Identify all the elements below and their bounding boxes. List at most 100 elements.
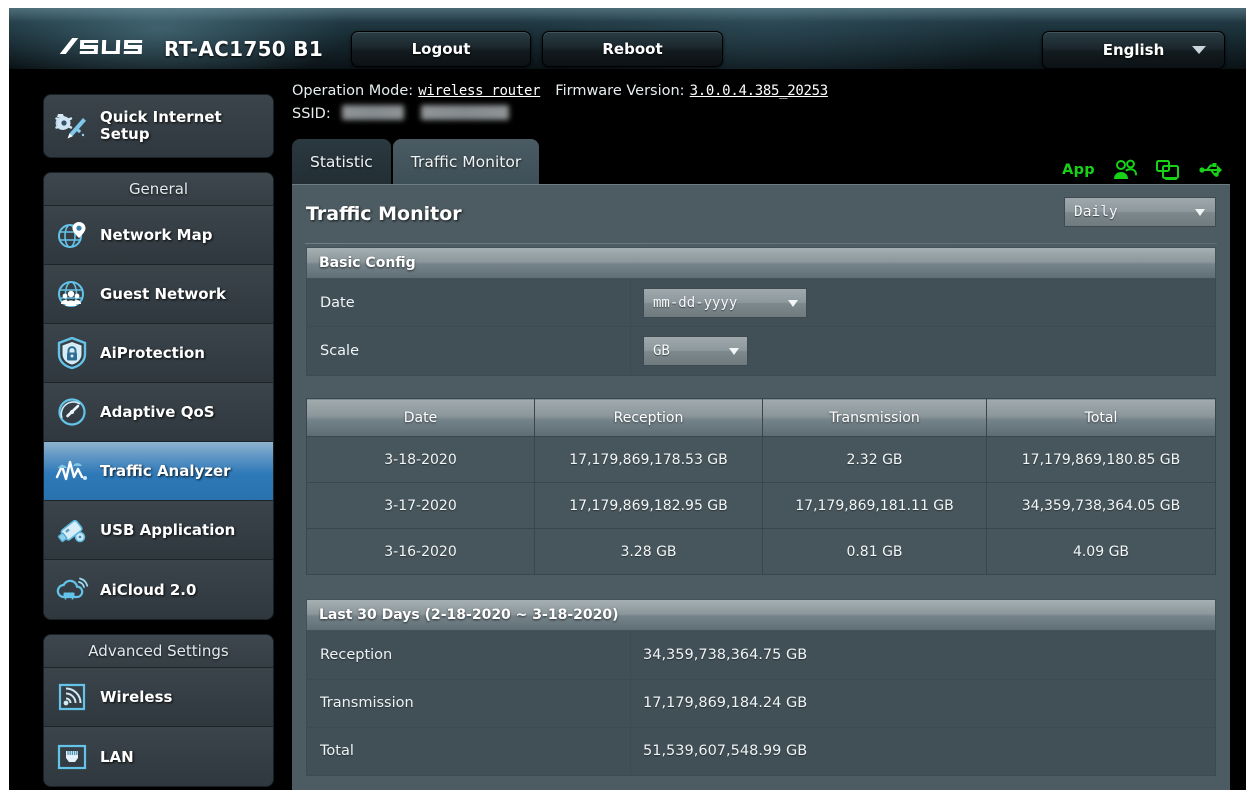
cell-date: 3-17-2020 (306, 482, 535, 529)
chevron-down-icon (1195, 209, 1205, 216)
sidebar-item-label: AiCloud 2.0 (100, 580, 197, 599)
date-format-select[interactable]: mm-dd-yyyy (643, 287, 807, 318)
basic-config-title: Basic Config (319, 255, 416, 271)
config-field: GB (631, 327, 1215, 375)
reboot-label: Reboot (602, 40, 663, 58)
summary-label: Reception (306, 631, 631, 680)
language-selector[interactable]: English (1042, 31, 1225, 69)
network-map-icon (44, 220, 100, 250)
sidebar-item-label: Guest Network (100, 285, 226, 303)
top-banner: RT-AC1750 B1 Logout Reboot English (9, 8, 1246, 70)
tab-statistic[interactable]: Statistic (292, 139, 391, 185)
chevron-down-icon (729, 348, 739, 355)
screen-share-icon[interactable] (1155, 158, 1181, 182)
basic-config-table: Date mm-dd-yyyy Scale GB (306, 279, 1216, 376)
reboot-button[interactable]: Reboot (542, 31, 723, 67)
summary-value: 51,539,607,548.99 GB (630, 727, 1216, 775)
cell-transmission: 0.81 GB (762, 528, 987, 575)
summary-row: Total 51,539,607,548.99 GB (306, 727, 1216, 775)
asus-wordmark-icon (59, 38, 143, 54)
sidebar: Quick Internet Setup General Network Map… (9, 70, 292, 790)
sidebar-item-guest-network[interactable]: Guest Network (44, 265, 273, 324)
cell-transmission: 17,179,869,181.11 GB (762, 482, 987, 529)
sidebar-item-label: Quick Internet Setup (100, 108, 222, 143)
operation-info-line: Operation Mode: wireless router Firmware… (292, 80, 828, 99)
language-label: English (1102, 41, 1165, 59)
column-header-date[interactable]: Date (306, 398, 535, 437)
tab-traffic-monitor[interactable]: Traffic Monitor (392, 139, 540, 185)
sidebar-item-wireless[interactable]: Wireless (44, 668, 273, 727)
ssid-line: SSID: (292, 103, 509, 122)
config-label: Scale (307, 327, 631, 375)
firmware-label: Firmware Version: (555, 83, 685, 99)
operation-mode-value[interactable]: wireless router (418, 83, 540, 99)
sidebar-item-traffic-analyzer[interactable]: Traffic Analyzer (44, 442, 273, 501)
sidebar-item-label: USB Application (100, 521, 236, 539)
column-header-transmission[interactable]: Transmission (762, 398, 987, 437)
summary-table: Reception 34,359,738,364.75 GB Transmiss… (306, 631, 1216, 776)
logout-button[interactable]: Logout (351, 31, 531, 67)
top-status-icons: App (1062, 158, 1224, 182)
chevron-down-icon (788, 299, 798, 307)
cell-transmission: 2.32 GB (762, 436, 987, 483)
title-divider (305, 243, 1217, 244)
summary-label: Total (306, 727, 631, 775)
scale-select[interactable]: GB (643, 336, 748, 366)
router-model-name: RT-AC1750 B1 (164, 37, 324, 61)
app-link[interactable]: App (1062, 162, 1095, 178)
summary-label: Transmission (306, 679, 631, 728)
cell-reception: 3.28 GB (534, 528, 763, 575)
usb-drive-icon (44, 515, 100, 545)
summary-value: 17,179,869,184.24 GB (630, 679, 1216, 728)
sidebar-item-aicloud[interactable]: AiCloud 2.0 (44, 560, 273, 619)
table-row: 3-18-2020 17,179,869,178.53 GB 2.32 GB 1… (306, 436, 1216, 483)
sidebar-item-label: Wireless (100, 688, 173, 706)
summary-value: 34,359,738,364.75 GB (630, 631, 1216, 680)
cell-date: 3-16-2020 (306, 528, 535, 575)
quick-setup-icon (44, 110, 100, 142)
config-row-date: Date mm-dd-yyyy (307, 279, 1215, 327)
table-row: 3-16-2020 3.28 GB 0.81 GB 4.09 GB (306, 528, 1216, 575)
ssid-value-primary[interactable] (341, 105, 404, 120)
table-row: 3-17-2020 17,179,869,182.95 GB 17,179,86… (306, 482, 1216, 529)
config-label: Date (307, 279, 631, 326)
sidebar-item-usb-application[interactable]: USB Application (44, 501, 273, 560)
column-header-reception[interactable]: Reception (534, 398, 763, 437)
sidebar-item-quick-internet-setup[interactable]: Quick Internet Setup (44, 95, 273, 157)
period-selector[interactable]: Daily (1064, 197, 1216, 227)
shield-lock-icon (44, 337, 100, 369)
firmware-value[interactable]: 3.0.0.4.385_20253 (690, 83, 829, 99)
period-selected-label: Daily (1074, 204, 1118, 220)
sidebar-item-aiprotection[interactable]: AiProtection (44, 324, 273, 383)
sidebar-group-title-general: General (44, 173, 273, 206)
traffic-analyzer-icon (44, 457, 100, 485)
traffic-data-table: Date Reception Transmission Total 3-18-2… (306, 398, 1216, 575)
config-field: mm-dd-yyyy (631, 279, 1215, 326)
summary-row: Reception 34,359,738,364.75 GB (306, 631, 1216, 680)
usb-icon[interactable] (1198, 158, 1224, 182)
sidebar-item-label: Network Map (100, 226, 213, 244)
sidebar-item-label: AiProtection (100, 344, 205, 362)
cell-total: 34,359,738,364.05 GB (986, 482, 1216, 529)
table-header-row: Date Reception Transmission Total (306, 398, 1216, 437)
summary-header: Last 30 Days (2-18-2020 ~ 3-18-2020) (306, 599, 1216, 631)
summary-title: Last 30 Days (2-18-2020 ~ 3-18-2020) (319, 607, 619, 623)
clients-icon[interactable] (1112, 158, 1138, 182)
main-panel: Traffic Monitor Daily Basic Config Date … (292, 184, 1230, 790)
tab-bar: Statistic Traffic Monitor (292, 138, 540, 185)
lan-port-icon (44, 743, 100, 771)
sidebar-item-label: Adaptive QoS (100, 403, 215, 421)
screenshot-frame: RT-AC1750 B1 Logout Reboot English Opera… (0, 0, 1255, 800)
sidebar-item-adaptive-qos[interactable]: Adaptive QoS (44, 383, 273, 442)
column-header-total[interactable]: Total (986, 398, 1216, 437)
sidebar-item-network-map[interactable]: Network Map (44, 206, 273, 265)
ssid-value-secondary[interactable] (420, 105, 509, 120)
page-title: Traffic Monitor (306, 203, 462, 225)
sidebar-group-advanced-settings: Advanced Settings Wireless LAN (43, 634, 274, 787)
sidebar-item-lan[interactable]: LAN (44, 727, 273, 786)
router-admin-page: RT-AC1750 B1 Logout Reboot English Opera… (9, 8, 1246, 790)
summary-row: Transmission 17,179,869,184.24 GB (306, 679, 1216, 728)
date-format-value: mm-dd-yyyy (653, 294, 738, 311)
panel-header: Traffic Monitor Daily (292, 185, 1230, 247)
operation-mode-label: Operation Mode: (292, 83, 414, 99)
